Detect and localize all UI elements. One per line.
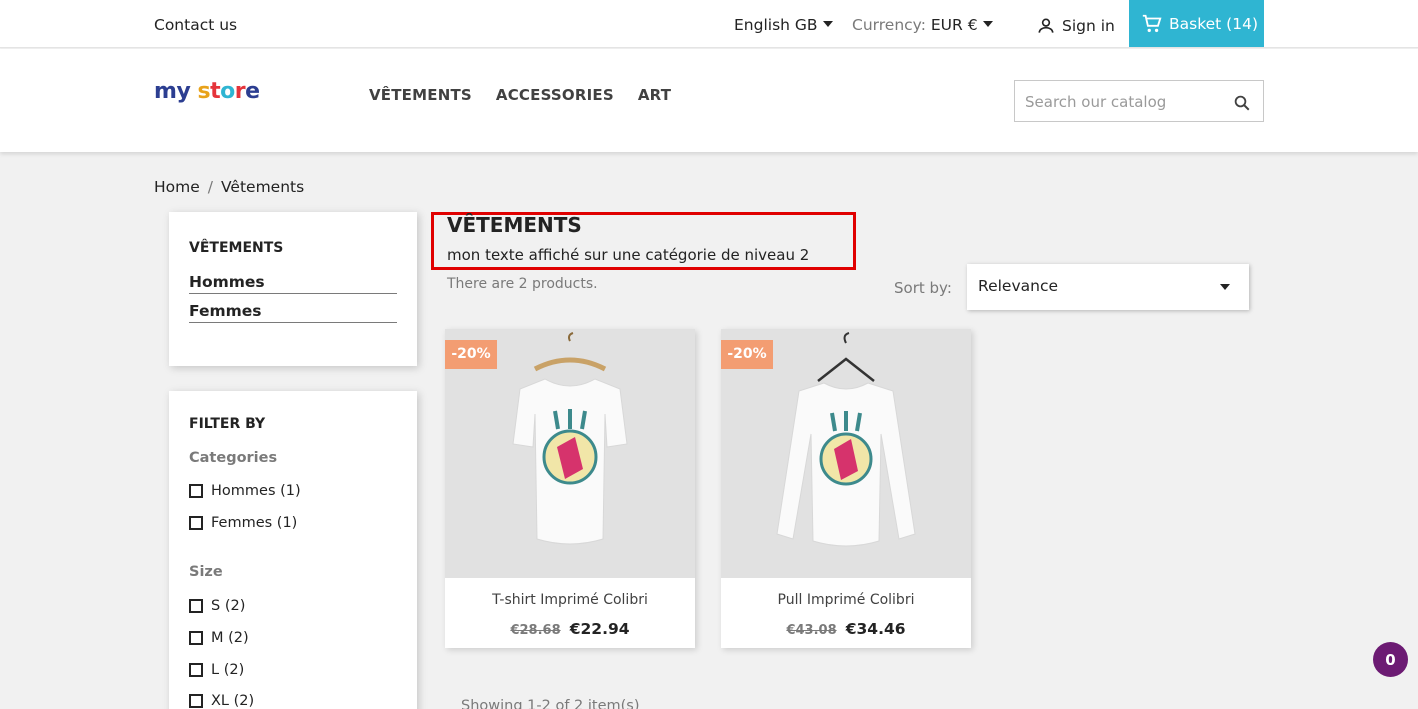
filter-group-categories-title: Categories <box>189 450 278 466</box>
breadcrumb: Home / Vêtements <box>154 178 304 196</box>
filter-option-label: M (2) <box>211 630 249 646</box>
filter-option-label: Femmes (1) <box>211 515 298 531</box>
product-count: There are 2 products. <box>447 276 598 292</box>
checkbox[interactable] <box>189 599 203 613</box>
subcategory-femmes[interactable]: Femmes <box>189 302 397 323</box>
logo-letter: t <box>210 79 221 104</box>
filter-panel: FILTER BY Categories Hommes (1) Femmes (… <box>169 391 417 709</box>
sale-price: €22.94 <box>569 620 630 638</box>
filter-option-label: L (2) <box>211 662 245 678</box>
category-description: mon texte affiché sur une catégorie de n… <box>447 246 810 264</box>
filter-option-xl[interactable]: XL (2) <box>189 693 254 709</box>
checkbox[interactable] <box>189 516 203 530</box>
discount-badge: -20% <box>721 340 773 369</box>
product-name[interactable]: T-shirt Imprimé Colibri <box>445 592 695 608</box>
sort-label: Sort by: <box>894 279 952 297</box>
logo-letter: y <box>176 79 191 104</box>
chevron-down-icon <box>1220 284 1230 290</box>
contact-us-link[interactable]: Contact us <box>154 16 237 34</box>
breadcrumb-separator: / <box>207 178 214 196</box>
logo-letter: m <box>154 79 177 104</box>
category-tree: VÊTEMENTS Hommes Femmes <box>169 212 417 366</box>
checkbox[interactable] <box>189 484 203 498</box>
logo-letter: r <box>234 79 246 104</box>
checkbox[interactable] <box>189 694 203 708</box>
currency-label: Currency: <box>852 16 926 34</box>
top-bar: Contact us English GB Currency: EUR € Si… <box>0 0 1418 48</box>
chevron-down-icon <box>982 21 993 27</box>
filter-title: FILTER BY <box>189 416 266 432</box>
filter-option-m[interactable]: M (2) <box>189 630 249 646</box>
search-placeholder: Search our catalog <box>1025 93 1167 111</box>
product-card[interactable]: -20% Pull Imprimé Colibri €43.08 €34.46 <box>721 329 971 648</box>
filter-option-hommes[interactable]: Hommes (1) <box>189 483 301 499</box>
nav-item-art[interactable]: ART <box>638 86 671 104</box>
language-label: English GB <box>734 16 818 34</box>
pagination-summary: Showing 1-2 of 2 item(s) <box>461 698 640 709</box>
filter-option-label: XL (2) <box>211 693 255 709</box>
logo-letter: o <box>220 79 235 104</box>
sign-in-link[interactable]: Sign in <box>1036 16 1115 36</box>
filter-option-femmes[interactable]: Femmes (1) <box>189 515 297 531</box>
checkbox[interactable] <box>189 631 203 645</box>
language-selector[interactable]: English GB <box>734 16 833 34</box>
filter-option-l[interactable]: L (2) <box>189 662 244 678</box>
currency-value: EUR € <box>930 16 978 34</box>
product-image[interactable]: -20% <box>445 329 695 578</box>
product-image[interactable]: -20% <box>721 329 971 578</box>
basket-button[interactable]: Basket (14) <box>1129 0 1264 47</box>
nav-item-vetements[interactable]: VÊTEMENTS <box>369 86 472 104</box>
search-input[interactable]: Search our catalog <box>1014 80 1264 122</box>
product-prices: €28.68 €22.94 <box>445 619 695 638</box>
subcategory-hommes[interactable]: Hommes <box>189 273 397 294</box>
product-prices: €43.08 €34.46 <box>721 619 971 638</box>
filter-option-s[interactable]: S (2) <box>189 598 245 614</box>
sort-value: Relevance <box>978 277 1059 295</box>
main-nav: VÊTEMENTS ACCESSORIES ART <box>369 86 671 104</box>
breadcrumb-current[interactable]: Vêtements <box>221 178 304 196</box>
store-logo[interactable]: my store <box>154 79 260 104</box>
product-card[interactable]: -20% T-shirt Imprimé Colibri €28.68 €22.… <box>445 329 695 648</box>
category-tree-title[interactable]: VÊTEMENTS <box>189 240 283 256</box>
user-icon <box>1038 18 1054 33</box>
sort-select[interactable]: Relevance <box>967 264 1249 310</box>
sale-price: €34.46 <box>845 620 906 638</box>
chevron-down-icon <box>822 21 833 27</box>
page-title: VÊTEMENTS <box>447 213 582 237</box>
checkbox[interactable] <box>189 663 203 677</box>
sign-in-label: Sign in <box>1062 17 1115 35</box>
cart-icon <box>1142 14 1162 32</box>
regular-price: €43.08 <box>786 623 837 638</box>
filter-option-label: Hommes (1) <box>211 483 301 499</box>
logo-letter: e <box>245 79 260 104</box>
filter-group-size-title: Size <box>189 564 223 580</box>
header: my store VÊTEMENTS ACCESSORIES ART Searc… <box>0 49 1418 152</box>
search-icon[interactable] <box>1233 94 1251 112</box>
breadcrumb-home[interactable]: Home <box>154 178 200 196</box>
regular-price: €28.68 <box>510 623 561 638</box>
nav-item-accessories[interactable]: ACCESSORIES <box>496 86 614 104</box>
product-name[interactable]: Pull Imprimé Colibri <box>721 592 971 608</box>
basket-label: Basket (14) <box>1169 14 1258 33</box>
filter-option-label: S (2) <box>211 598 246 614</box>
currency-selector[interactable]: Currency: EUR € <box>852 16 993 34</box>
notification-bubble[interactable]: 0 <box>1373 642 1408 677</box>
discount-badge: -20% <box>445 340 497 369</box>
logo-letter: s <box>197 79 211 104</box>
